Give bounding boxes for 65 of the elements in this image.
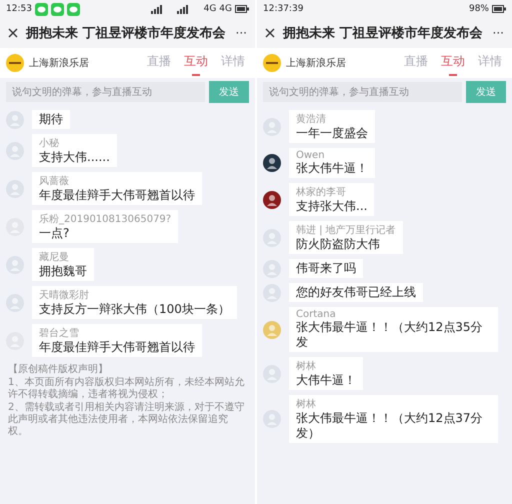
send-button[interactable]: 发送 [209,81,249,103]
close-icon[interactable] [265,28,275,38]
tab[interactable]: 直播 [143,50,175,76]
user-name: 碧台之雪 [39,326,80,340]
tab[interactable]: 直播 [400,50,432,76]
more-button[interactable]: ··· [236,26,247,40]
user-name: 天晴微彩肘 [39,288,90,302]
copyright-notice: 【原创稿件版权声明】 [8,364,109,376]
chat-message: 支持张大伟... [296,199,368,214]
user-name: 韩进 | 地产万里行记者 [296,224,396,237]
user-name: Cortana [296,309,337,320]
user-name: 藏尼曼 [39,250,70,264]
user-name: 小秘 [39,136,60,150]
battery-icon [492,5,506,13]
chat-message: 年度最佳辩手大伟哥翘首以待 [39,188,195,203]
chat-message: 年度最佳辩手大伟哥翘首以待 [39,340,195,355]
user-name: 乐粉_2019010813065079? [39,212,172,226]
chat-message: 大伟牛逼！ [296,373,356,388]
copyright-notice: 2、需转载或者引用相关内容请注明来源，对于不遵守此声明或者其他违法使用者，本网站依法保留追究权。 [8,402,246,438]
avatar-icon [263,154,281,172]
chat-app-icon [34,2,48,16]
user-name: Owen [296,150,326,161]
send-button[interactable]: 发送 [466,81,506,103]
network-label: 4G [204,4,216,14]
avatar-icon [263,190,281,208]
user-name: 风蔷薇 [39,174,70,188]
status-time: 12:37:39 [263,4,304,14]
user-name: 林家的李哥 [296,186,347,199]
network-label: 4G [219,4,232,14]
avatar-icon [263,320,281,338]
chat-message: 一年一度盛会 [296,126,368,141]
chat-message: 防火防盗防大伟 [296,237,381,252]
chat-message: 支持大伟...... [39,150,110,165]
chat-app-icon [50,2,64,16]
tab[interactable]: 互动 [180,50,212,76]
copyright-notice: 1、本页面所有内容版权归本网站所有，未经本网站允许不得转载摘编，违者将视为侵权； [8,377,246,401]
chat-message: 张大伟最牛逼！！（大约12点37分发） [296,411,484,441]
chat-message: 张大伟最牛逼！！（大约12点35分发 [296,320,484,350]
channel-name: 上海新浪乐居 [29,56,90,70]
channel-logo [6,54,24,72]
user-name: 黄浩清 [296,112,327,126]
status-time: 12:53 [6,4,32,14]
chat-message: 伟哥来了吗 [296,261,356,276]
channel-logo [263,54,281,72]
more-button[interactable]: ··· [492,26,504,40]
close-icon[interactable] [8,28,18,38]
page-title: 拥抱未来 丁祖昱评楼市年度发布会 [26,24,227,42]
channel-name: 上海新浪乐居 [286,56,347,70]
comment-field[interactable]: 说句文明的弹幕，参与直播互动 [263,82,462,102]
page-title: 拥抱未来 丁祖昱评楼市年度发布会 [283,24,484,42]
comment-field[interactable]: 说句文明的弹幕，参与直播互动 [6,82,205,102]
user-name: 树林 [296,360,317,373]
chat-app-icon [66,2,80,16]
chat-message: 拥抱魏哥 [39,264,87,279]
chat-message: 张大伟牛逼！ [296,161,368,176]
battery-level: 98% [468,4,489,14]
user-name: 树林 [296,398,317,411]
tab[interactable]: 详情 [217,50,249,76]
chat-message: 一点? [39,226,70,241]
chat-message: 期待 [39,112,63,127]
chat-message: 您的好友伟哥已经上线 [296,285,416,300]
tab[interactable]: 互动 [437,50,469,76]
chat-message: 支持反方一辩张大伟（100块一条） [39,302,230,317]
battery-icon [235,5,249,13]
tab[interactable]: 详情 [474,50,506,76]
